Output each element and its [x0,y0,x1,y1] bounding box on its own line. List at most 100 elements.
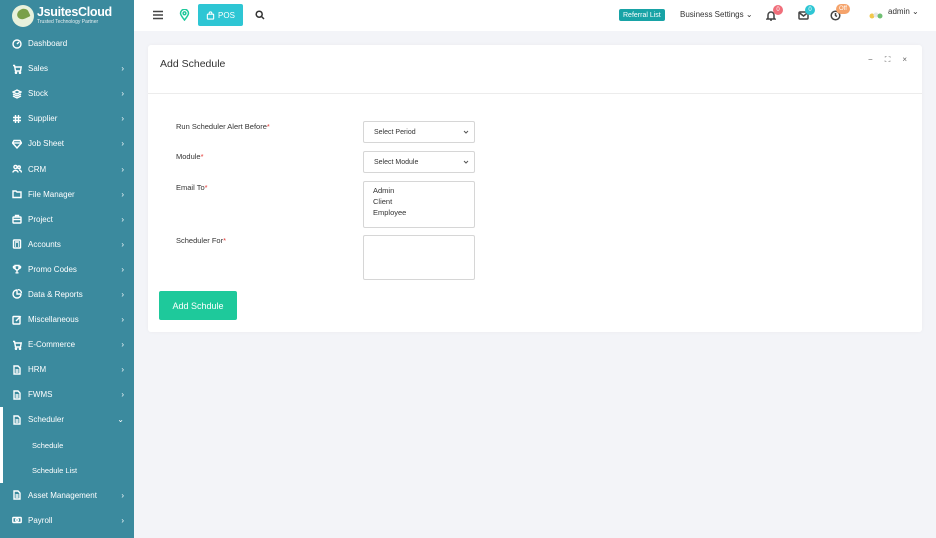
sidebar-item-fwms[interactable]: FWMS › [0,382,134,407]
chevron-right-icon: › [121,139,124,149]
required-mark: * [200,152,204,161]
calculator-icon [12,239,22,249]
scheduler-for-label-text: Scheduler For [176,236,224,245]
sidebar-item-label: Scheduler [28,415,65,425]
card-divider [148,93,922,94]
bag-icon [206,10,215,20]
sidebar-item-miscellaneous[interactable]: Miscellaneous › [0,307,134,332]
sidebar-item-hrm[interactable]: HRM › [0,357,134,382]
chevron-down-icon: ⌄ [117,415,124,425]
sidebar-item-crm[interactable]: CRM › [0,156,134,181]
avatar-icon[interactable] [868,9,884,21]
fullscreen-icon[interactable]: ⛶ [885,55,891,65]
sidebar-item-promo-codes[interactable]: Promo Codes › [0,257,134,282]
required-mark: * [266,122,270,131]
folder-icon [12,189,22,199]
search-icon[interactable] [255,10,265,20]
chevron-down-icon: ⌄ [745,10,753,19]
sidebar-item-accounts[interactable]: Accounts › [0,232,134,257]
sidebar-item-scheduler[interactable]: Scheduler ⌄ [0,407,134,433]
business-settings-label: Business Settings [680,10,744,19]
sidebar-item-label: HRM [28,365,47,375]
chevron-right-icon: › [121,89,124,99]
cart-icon [12,340,22,350]
sidebar-subitem-schedule[interactable]: Schedule [0,432,134,458]
chevron-right-icon: › [121,239,124,249]
chevron-right-icon: › [121,365,124,375]
referral-list-button[interactable]: Referral List [619,9,665,21]
module-select[interactable]: Select Module [363,151,475,173]
logo-icon [12,4,34,27]
sidebar-item-project[interactable]: Project › [0,207,134,232]
sidebar-item-sales[interactable]: Sales › [0,56,134,81]
chevron-down-icon [463,130,469,134]
pos-button[interactable]: POS [198,4,243,26]
required-mark: * [223,236,227,245]
chevron-right-icon: › [121,390,124,400]
chevron-right-icon: › [121,164,124,174]
top-bar: POS Referral List Business Settings ⌄ 0 … [134,0,936,31]
edit-icon [12,315,22,325]
email-option-employee[interactable]: Employee [373,207,465,218]
sidebar-item-label: Accounts [28,239,61,249]
module-select-value: Select Module [374,158,419,166]
logo[interactable]: JsuitesCloud Trusted Technology Partner [0,0,134,31]
chevron-right-icon: › [121,64,124,74]
email-to-multiselect[interactable]: Admin Client Employee [363,181,475,228]
sidebar-item-label: E-Commerce [28,340,76,350]
chevron-right-icon: › [121,214,124,224]
module-label-text: Module [176,152,201,161]
chevron-right-icon: › [121,490,124,500]
chevron-right-icon: › [121,315,124,325]
sidebar: JsuitesCloud Trusted Technology Partner … [0,0,134,538]
minimize-icon[interactable]: − [868,55,873,65]
email-option-admin[interactable]: Admin [373,185,465,196]
messages-badge: 0 [805,5,815,15]
sidebar-item-file-manager[interactable]: File Manager › [0,182,134,207]
chevron-right-icon: › [121,264,124,274]
period-select-value: Select Period [374,128,416,136]
sidebar-item-label: CRM [28,164,47,174]
user-menu[interactable]: admin ⌄ [888,7,919,16]
pos-label: POS [218,10,235,20]
sidebar-item-asset-management[interactable]: Asset Management › [0,483,134,508]
sidebar-item-e-commerce[interactable]: E-Commerce › [0,332,134,357]
money-icon [12,515,22,525]
notifications-badge: 0 [773,5,783,15]
business-settings-menu[interactable]: Business Settings ⌄ [680,10,753,19]
sidebar-item-supplier[interactable]: Supplier › [0,106,134,131]
sidebar-subitem-schedule-list[interactable]: Schedule List [0,457,134,483]
sidebar-item-dashboard[interactable]: Dashboard [0,31,134,56]
sidebar-item-label: FWMS [28,390,53,400]
document-icon [12,390,22,400]
alert-before-label-text: Run Scheduler Alert Before [176,122,267,131]
module-label: Module* [176,152,204,161]
chevron-right-icon: › [121,189,124,199]
location-icon[interactable] [179,9,190,21]
menu-toggle-icon[interactable] [152,9,164,21]
sidebar-item-label: Supplier [28,114,58,124]
diamond-icon [12,139,22,149]
users-icon [12,164,22,174]
required-mark: * [204,183,208,192]
hash-icon [12,114,22,124]
close-icon[interactable]: × [902,55,907,65]
sidebar-item-label: Dashboard [28,39,68,49]
document-icon [12,415,22,425]
cart-icon [12,64,22,74]
sidebar-item-stock[interactable]: Stock › [0,81,134,106]
sidebar-item-label: Data & Reports [28,289,83,299]
sidebar-item-label: Job Sheet [28,139,65,149]
trophy-icon [12,264,22,274]
scheduler-for-field[interactable] [363,235,475,280]
sidebar-nav: Dashboard Sales › Stock › Supplier › Job Sheet ›… [0,31,134,533]
sidebar-item-payroll[interactable]: Payroll › [0,508,134,533]
add-schedule-button[interactable]: Add Schdule [159,291,237,320]
sidebar-item-label: Stock [28,89,49,99]
period-select[interactable]: Select Period [363,121,475,143]
email-option-client[interactable]: Client [373,196,465,207]
sidebar-item-job-sheet[interactable]: Job Sheet › [0,131,134,156]
sidebar-item-label: Payroll [28,515,53,525]
chevron-right-icon: › [121,340,124,350]
sidebar-item-data-reports[interactable]: Data & Reports › [0,282,134,307]
